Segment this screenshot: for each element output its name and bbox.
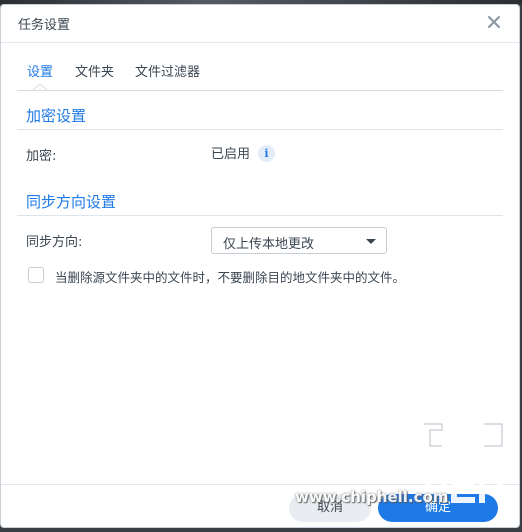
tab-settings[interactable]: 设置 <box>27 61 53 80</box>
dialog-titlebar: 任务设置 <box>1 5 519 43</box>
encryption-section-title: 加密设置 <box>26 107 87 125</box>
keep-destination-files-checkbox[interactable] <box>28 267 44 283</box>
dialog-title: 任务设置 <box>18 18 71 33</box>
sync-direction-selected: 仅上传本地更改 <box>223 237 315 252</box>
watermark-text: www.chiphell.com <box>295 488 449 506</box>
active-tab-indicator <box>33 84 47 90</box>
chevron-down-icon <box>366 239 376 244</box>
sync-direction-section-title: 同步方向设置 <box>26 193 117 211</box>
encryption-status: 已启用 <box>211 147 251 162</box>
tab-bar: 设置 文件夹 文件过滤器 <box>17 61 503 91</box>
close-icon[interactable] <box>485 13 503 31</box>
tab-file-filter[interactable]: 文件过滤器 <box>135 61 200 80</box>
section-divider <box>17 215 503 216</box>
sync-direction-select[interactable]: 仅上传本地更改 <box>211 227 387 254</box>
sync-direction-label: 同步方向: <box>26 235 83 250</box>
info-icon[interactable]: i <box>258 145 275 162</box>
section-divider <box>17 129 503 130</box>
tab-folders[interactable]: 文件夹 <box>75 61 114 80</box>
keep-destination-files-label: 当删除源文件夹中的文件时，不要删除目的地文件夹中的文件。 <box>55 270 406 285</box>
encryption-label: 加密: <box>26 149 57 164</box>
